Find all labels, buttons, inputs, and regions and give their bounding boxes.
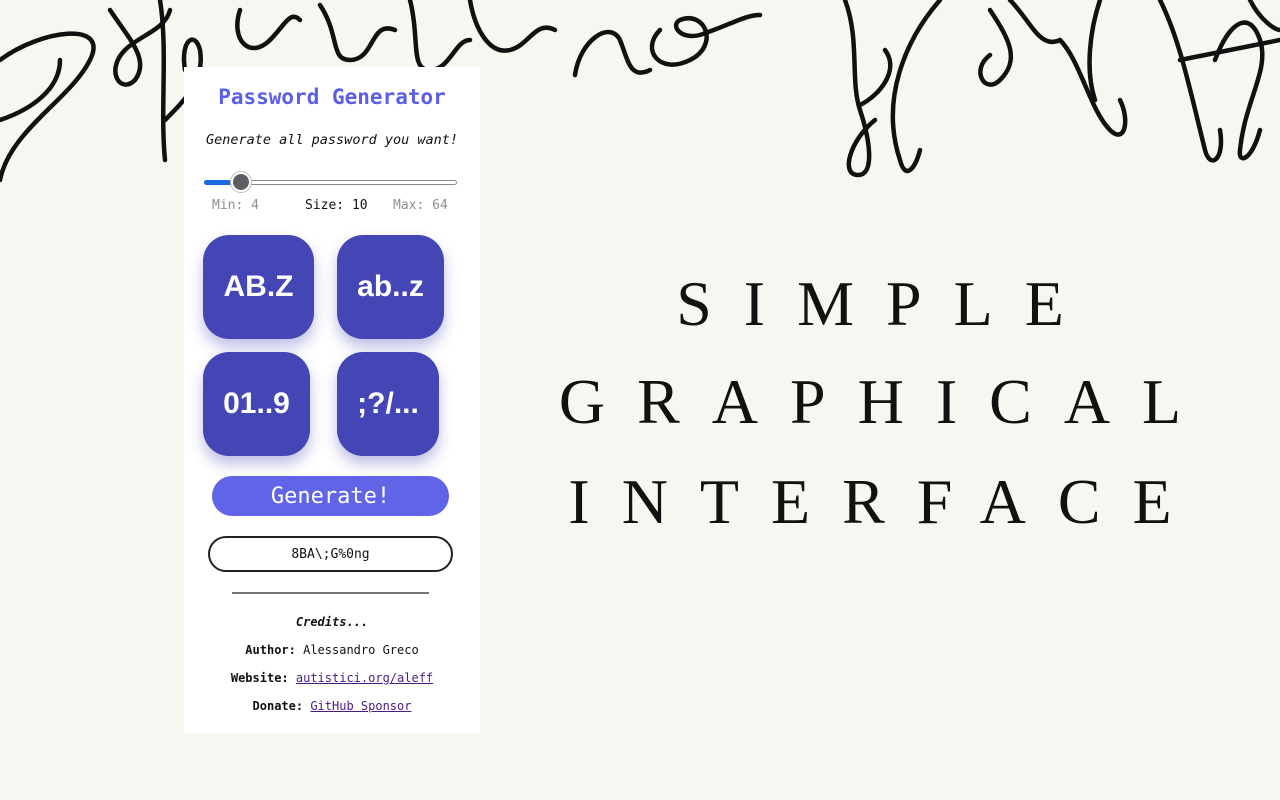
donate-link[interactable]: GitHub Sponsor [310, 699, 411, 713]
size-min-label: Min: 4 [212, 198, 259, 213]
password-generator-panel: Password Generator Generate all password… [184, 67, 480, 733]
symbols-toggle-button[interactable]: ;?/... [337, 352, 439, 456]
size-current-label: Size: 10 [305, 198, 368, 213]
uppercase-toggle-button[interactable]: AB.Z [203, 235, 314, 339]
size-slider-thumb[interactable] [230, 172, 251, 192]
author-value: Alessandro Greco [303, 643, 419, 657]
size-max-label: Max: 64 [393, 198, 448, 213]
credit-author: Author: Alessandro Greco [184, 643, 480, 657]
tagline-line-2: GRAPHICAL [558, 366, 1214, 437]
password-output-field[interactable] [208, 536, 453, 572]
app-title: Password Generator [218, 85, 446, 109]
size-readout: Min: 4 Size: 10 Max: 64 [184, 198, 480, 216]
website-link[interactable]: autistici.org/aleff [296, 671, 433, 685]
size-label: Size: [305, 198, 345, 213]
digits-toggle-button[interactable]: 01..9 [203, 352, 310, 456]
tagline-line-1: SIMPLE [676, 268, 1096, 339]
credit-donate: Donate: GitHub Sponsor [184, 699, 480, 713]
divider [232, 592, 429, 594]
credits-heading: Credits... [295, 615, 369, 629]
donate-label: Donate: [252, 699, 304, 713]
size-value: 10 [351, 198, 368, 213]
credit-website: Website: autistici.org/aleff [184, 671, 480, 685]
tagline-line-3: INTERFACE [568, 466, 1204, 537]
website-label: Website: [230, 671, 289, 685]
lowercase-toggle-button[interactable]: ab..z [337, 235, 444, 339]
app-subtitle: Generate all password you want! [206, 132, 458, 148]
generate-button[interactable]: Generate! [212, 476, 449, 516]
author-label: Author: [245, 643, 296, 657]
